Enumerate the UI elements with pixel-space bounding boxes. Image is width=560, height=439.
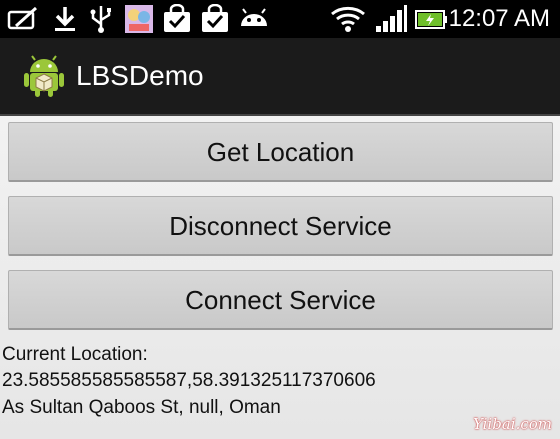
location-coordinates: 23.585585585585587,58.391325117370606 xyxy=(2,370,376,391)
download-icon xyxy=(55,7,75,31)
app-thumbnail-icon xyxy=(125,5,153,33)
status-bar: 12:07 AM xyxy=(0,0,560,38)
usb-icon xyxy=(90,6,111,33)
location-label: Current Location: xyxy=(2,344,148,365)
check-bag-icon xyxy=(202,4,228,32)
android-app-icon xyxy=(24,55,64,97)
battery-charging-icon xyxy=(415,10,447,29)
signal-icon xyxy=(376,5,407,32)
get-location-button[interactable]: Get Location xyxy=(8,122,553,182)
connect-service-button[interactable]: Connect Service xyxy=(8,270,553,330)
wifi-icon xyxy=(331,6,365,32)
android-debug-icon xyxy=(241,8,267,26)
clock: 12:07 AM xyxy=(448,5,550,32)
location-address: As Sultan Qaboos St, null, Oman xyxy=(2,397,281,418)
sync-icon xyxy=(7,6,38,30)
disconnect-service-button[interactable]: Disconnect Service xyxy=(8,196,553,256)
check-bag-icon xyxy=(164,4,190,32)
app-title: LBSDemo xyxy=(76,60,204,91)
watermark: Yiibai.com xyxy=(473,415,552,433)
action-bar: LBSDemo xyxy=(0,38,560,116)
